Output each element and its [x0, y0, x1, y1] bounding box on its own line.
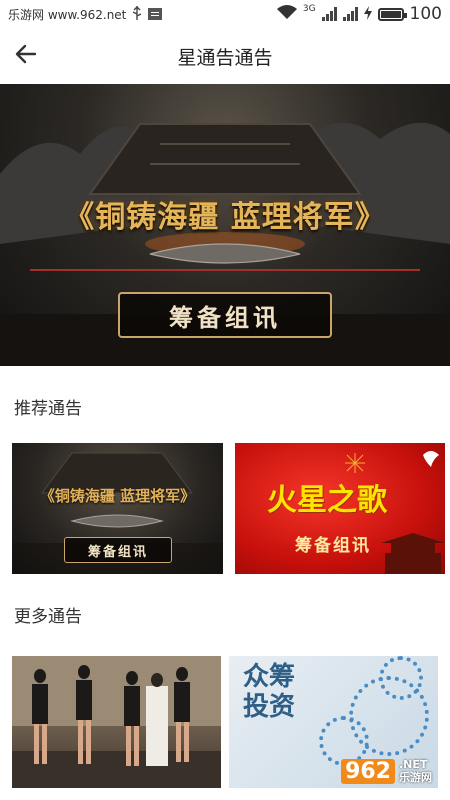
banner-subtitle: 筹备组讯	[169, 302, 281, 332]
signal-icon	[321, 7, 337, 21]
recommended-card[interactable]: 火星之歌 筹备组讯	[235, 443, 445, 574]
app-header: 星通告通告	[0, 28, 450, 84]
recommended-card[interactable]: 《铜铸海疆 蓝理将军》 筹备组讯	[12, 443, 223, 574]
back-button[interactable]	[10, 40, 42, 72]
section-title-more: 更多通告	[14, 607, 82, 627]
watermark-label-2: 乐游网	[399, 771, 432, 784]
charging-icon	[363, 5, 372, 24]
watermark-label-1: .NET	[399, 758, 428, 771]
more-card[interactable]	[12, 656, 221, 788]
card-title: 《铜铸海疆 蓝理将军》	[39, 487, 196, 505]
more-card[interactable]: 众筹 投资 962 .NET 乐游网	[229, 656, 438, 788]
news-icon	[148, 8, 163, 20]
network-label: 3G	[302, 4, 316, 14]
card-title: 火星之歌	[267, 483, 387, 518]
banner-subtitle-frame: 筹备组讯	[118, 292, 332, 338]
arrow-left-icon	[15, 43, 37, 69]
gear-icon	[379, 656, 423, 700]
carrier-text: 乐游网 www.962.net	[8, 7, 127, 22]
usb-icon	[132, 5, 142, 23]
watermark-number: 962	[341, 758, 395, 784]
page-title: 星通告通告	[177, 46, 273, 69]
card-text: 众筹 投资	[243, 662, 295, 722]
group-photo	[12, 656, 221, 788]
battery-icon	[377, 7, 407, 21]
card-subtitle: 筹备组讯	[295, 536, 371, 556]
banner-title: 《铜铸海疆 蓝理将军》	[64, 200, 386, 235]
card-subtitle-frame: 筹备组讯	[64, 537, 172, 563]
battery-level: 100	[409, 4, 442, 24]
signal-icon-2	[342, 7, 358, 21]
section-title-recommended: 推荐通告	[14, 399, 82, 419]
watermark: 962 .NET 乐游网	[341, 758, 432, 784]
status-bar: 乐游网 www.962.net 3G 100	[0, 0, 450, 28]
card-subtitle: 筹备组讯	[87, 544, 148, 560]
card-text-line-1: 众筹	[243, 662, 296, 692]
wifi-icon	[276, 4, 297, 24]
banner-image[interactable]: 《铜铸海疆 蓝理将军》 筹备组讯	[0, 84, 450, 366]
card-text-line-2: 投资	[243, 692, 296, 722]
